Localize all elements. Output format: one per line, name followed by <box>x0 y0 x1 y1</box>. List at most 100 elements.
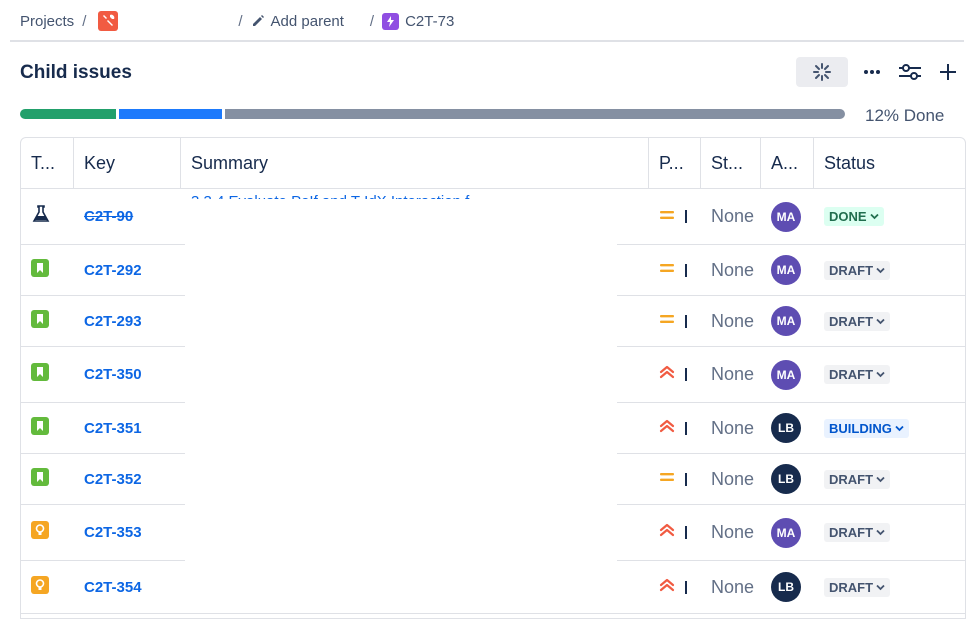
breadcrumb-epic-link[interactable]: C2T-73 <box>382 12 454 30</box>
status-cell: BUILDING <box>814 403 965 453</box>
issue-key-cell: C2T-352 <box>74 454 181 504</box>
assignee-cell[interactable]: MA <box>761 505 814 560</box>
issue-key-link[interactable]: C2T-351 <box>84 420 142 437</box>
progress-done-segment <box>20 109 116 119</box>
breadcrumb-projects-link[interactable]: Projects <box>20 13 74 30</box>
story-points-cell[interactable]: None <box>701 347 761 402</box>
priority-truncated-text <box>685 421 687 435</box>
project-avatar-icon[interactable] <box>98 11 119 31</box>
status-label: DRAFT <box>829 313 874 329</box>
assignee-cell[interactable]: MA <box>761 245 814 295</box>
priority-cell[interactable] <box>649 347 701 402</box>
priority-high-icon <box>659 365 675 384</box>
story-points-value: None <box>711 310 755 331</box>
status-dropdown[interactable]: DRAFT <box>824 469 891 489</box>
status-dropdown[interactable]: DRAFT <box>824 365 891 384</box>
configure-fields-button[interactable] <box>896 57 924 87</box>
status-dropdown[interactable]: BUILDING <box>824 418 909 438</box>
status-label: DRAFT <box>829 579 874 595</box>
issue-key-cell: C2T-90 <box>74 189 181 244</box>
column-header-assignee[interactable]: A... <box>761 138 814 188</box>
story-points-value: None <box>711 364 755 384</box>
avatar[interactable]: LB <box>771 572 801 602</box>
column-header-type[interactable]: T... <box>21 138 74 188</box>
priority-cell[interactable] <box>649 561 701 613</box>
column-header-status[interactable]: Status <box>814 138 965 188</box>
status-dropdown[interactable]: DRAFT <box>824 523 891 542</box>
story-points-cell[interactable]: None <box>701 505 761 560</box>
add-child-issue-button[interactable] <box>934 57 962 87</box>
assignee-cell[interactable]: LB <box>761 403 814 453</box>
story-icon <box>31 363 49 386</box>
status-cell: DRAFT <box>814 347 965 402</box>
story-points-value: None <box>711 522 755 542</box>
add-parent-button[interactable]: Add parent <box>251 13 344 30</box>
more-icon <box>864 70 880 74</box>
chevron-down-icon <box>876 367 885 382</box>
story-points-value: None <box>711 259 755 280</box>
avatar[interactable]: MA <box>771 359 801 390</box>
assignee-cell[interactable]: MA <box>761 347 814 402</box>
column-header-priority[interactable]: P... <box>649 138 701 188</box>
redacted-region <box>185 199 617 603</box>
breadcrumb-separator: / <box>82 12 87 30</box>
assignee-cell[interactable]: LB <box>761 561 814 613</box>
column-header-summary[interactable]: Summary <box>181 138 649 188</box>
priority-cell[interactable] <box>649 189 701 244</box>
avatar[interactable]: LB <box>771 413 801 443</box>
issue-key-cell: C2T-351 <box>74 403 181 453</box>
story-points-cell[interactable]: None <box>701 454 761 504</box>
chevron-down-icon <box>876 314 885 329</box>
issue-type-cell <box>21 403 74 453</box>
story-points-cell[interactable]: None <box>701 403 761 453</box>
avatar[interactable]: LB <box>771 464 801 494</box>
assignee-cell[interactable]: MA <box>761 189 814 244</box>
issue-key-link[interactable]: C2T-292 <box>84 262 142 279</box>
ai-suggest-button[interactable] <box>796 57 848 87</box>
priority-cell[interactable] <box>649 245 701 295</box>
status-dropdown[interactable]: DRAFT <box>824 260 891 280</box>
status-dropdown[interactable]: DRAFT <box>824 311 891 331</box>
issue-key-link[interactable]: C2T-90 <box>84 208 133 225</box>
header-divider <box>10 40 964 42</box>
priority-cell[interactable] <box>649 505 701 560</box>
column-header-key[interactable]: Key <box>74 138 181 188</box>
status-cell: DONE <box>814 189 965 244</box>
avatar[interactable]: MA <box>771 517 801 548</box>
avatar[interactable]: MA <box>771 201 801 232</box>
issue-key-cell: C2T-350 <box>74 347 181 402</box>
idea-icon <box>31 575 49 599</box>
priority-truncated-text <box>685 580 687 594</box>
chevron-down-icon <box>895 421 904 436</box>
priority-cell[interactable] <box>649 403 701 453</box>
avatar[interactable]: MA <box>771 255 801 285</box>
issue-key-cell: C2T-354 <box>74 561 181 613</box>
story-points-cell[interactable]: None <box>701 296 761 346</box>
issue-key-link[interactable]: C2T-354 <box>84 579 142 596</box>
story-points-cell[interactable]: None <box>701 189 761 244</box>
progress-todo-segment <box>225 109 845 119</box>
status-dropdown[interactable]: DONE <box>824 207 884 226</box>
priority-cell[interactable] <box>649 296 701 346</box>
story-icon <box>31 467 49 491</box>
child-issues-title: Child issues <box>20 62 132 83</box>
priority-high-icon <box>659 523 675 542</box>
issue-key-link[interactable]: C2T-352 <box>84 471 142 488</box>
more-actions-button[interactable] <box>858 57 886 87</box>
story-points-cell[interactable]: None <box>701 245 761 295</box>
issue-key-link[interactable]: C2T-293 <box>84 313 142 330</box>
issue-type-cell <box>21 296 74 346</box>
issue-type-cell <box>21 454 74 504</box>
priority-cell[interactable] <box>649 454 701 504</box>
status-dropdown[interactable]: DRAFT <box>824 577 891 597</box>
assignee-cell[interactable]: LB <box>761 454 814 504</box>
issue-key-link[interactable]: C2T-353 <box>84 524 142 541</box>
progress-bar <box>20 109 845 119</box>
story-points-value: None <box>711 417 755 438</box>
avatar[interactable]: MA <box>771 306 801 336</box>
column-header-story-points[interactable]: St... <box>701 138 761 188</box>
status-cell: DRAFT <box>814 454 965 504</box>
issue-key-link[interactable]: C2T-350 <box>84 366 142 383</box>
story-points-cell[interactable]: None <box>701 561 761 613</box>
assignee-cell[interactable]: MA <box>761 296 814 346</box>
